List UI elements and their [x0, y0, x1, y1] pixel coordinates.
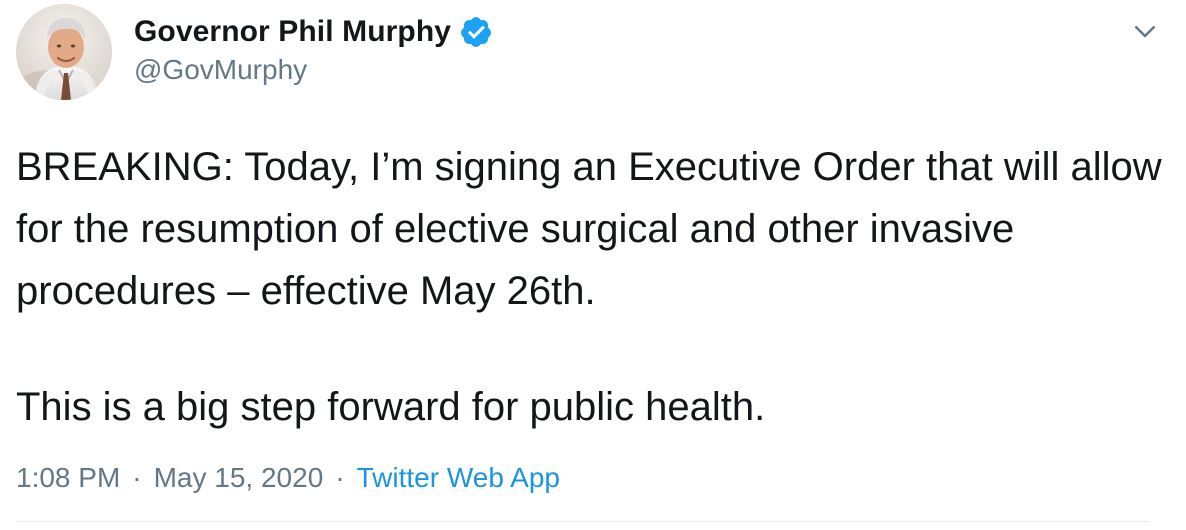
tweet-date[interactable]: May 15, 2020 — [154, 462, 324, 494]
avatar[interactable] — [16, 4, 112, 100]
tweet-time[interactable]: 1:08 PM — [16, 462, 120, 494]
meta-separator: · — [132, 462, 142, 493]
author-name[interactable]: Governor Phil Murphy — [134, 15, 451, 49]
avatar-image — [16, 4, 112, 100]
author-name-row: Governor Phil Murphy — [134, 10, 493, 54]
tweet-text: BREAKING: Today, I’m signing an Executiv… — [16, 136, 1176, 438]
meta-separator: · — [335, 462, 345, 493]
chevron-down-icon[interactable] — [1130, 16, 1160, 46]
tweet-source[interactable]: Twitter Web App — [357, 462, 560, 494]
tweet-paragraph-2: This is a big step forward for public he… — [16, 385, 766, 429]
tweet-divider — [16, 521, 1150, 522]
author-info: Governor Phil Murphy @GovMurphy — [134, 10, 493, 86]
author-handle[interactable]: @GovMurphy — [134, 54, 493, 86]
tweet-header: Governor Phil Murphy @GovMurphy — [16, 4, 1170, 106]
tweet-card: Governor Phil Murphy @GovMurphy BREAKING… — [0, 0, 1186, 530]
tweet-paragraph-1: BREAKING: Today, I’m signing an Executiv… — [16, 145, 1162, 313]
tweet-meta: 1:08 PM · May 15, 2020 · Twitter Web App — [16, 462, 560, 494]
verified-badge-icon — [461, 17, 491, 47]
